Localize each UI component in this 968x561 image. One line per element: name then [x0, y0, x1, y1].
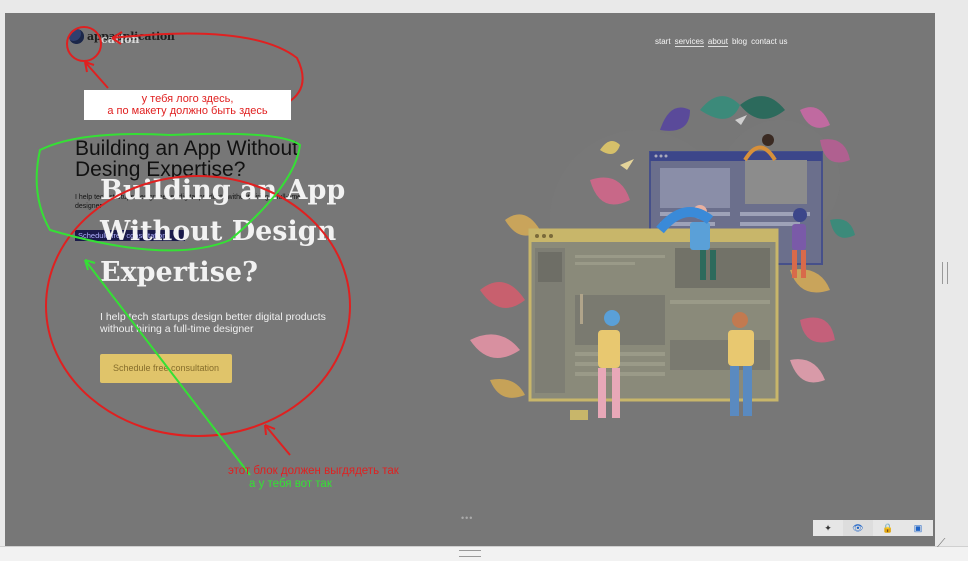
- bottom-bar: [0, 546, 968, 561]
- plus-icon[interactable]: ✦: [813, 520, 843, 536]
- logo-annotation: у тебя лого здесь, а по макету должно бы…: [84, 90, 291, 120]
- viewer-toolbar: ✦ 👁 🔒 ▣: [813, 520, 933, 536]
- carousel-dots: •••: [461, 513, 474, 523]
- block-annotation-red: этот блок должен выгдядеть так: [228, 465, 399, 477]
- box-icon[interactable]: ▣: [903, 520, 933, 536]
- corner-resize-icon[interactable]: ⟋: [937, 537, 949, 549]
- logo-annotation-line1: у тебя лого здесь,: [141, 93, 234, 105]
- annotation-overlay: [35, 26, 351, 476]
- eye-icon[interactable]: 👁: [843, 520, 873, 536]
- right-resize-handle[interactable]: [942, 262, 948, 284]
- lock-icon[interactable]: 🔒: [873, 520, 903, 536]
- block-annotation-green: а у тебя вот так: [249, 478, 332, 490]
- bottom-resize-handle[interactable]: [459, 550, 481, 557]
- logo-annotation-line2: а по макету должно быть здесь: [107, 105, 268, 117]
